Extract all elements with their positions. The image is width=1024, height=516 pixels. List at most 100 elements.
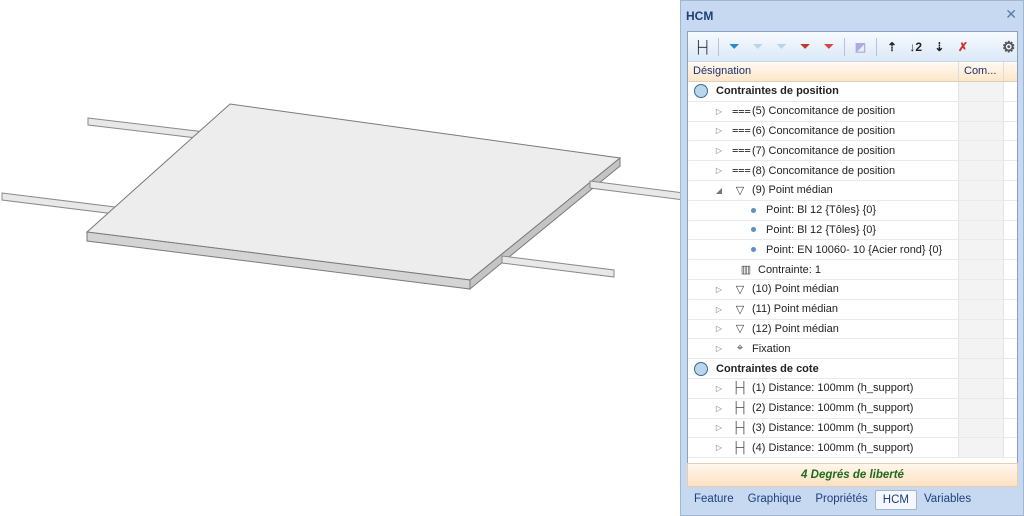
expand-list-icon[interactable]: ⇡: [884, 38, 901, 56]
tab-feature[interactable]: Feature: [687, 490, 741, 510]
filter-record-icon[interactable]: ⏷: [821, 38, 838, 56]
row-comment[interactable]: [959, 378, 1004, 398]
sort-clear-icon[interactable]: ✗: [955, 38, 972, 56]
tree-row[interactable]: ▷ ⩶ (8) Concomitance de position: [688, 161, 1017, 181]
row-comment[interactable]: [959, 359, 1004, 378]
row-comment[interactable]: [959, 398, 1004, 418]
midpoint-icon: ▽: [735, 303, 745, 316]
row-label: Contraintes de cote: [716, 362, 819, 375]
row-comment[interactable]: [959, 141, 1004, 161]
row-comment[interactable]: [959, 279, 1004, 299]
sort-numbered-icon[interactable]: ↓2: [907, 38, 924, 56]
collapsed-arrow-icon[interactable]: ▷: [714, 404, 724, 413]
point-icon: [751, 247, 756, 253]
row-comment[interactable]: [959, 101, 1004, 121]
row-designation: ▷ ├┤ (3) Distance: 100mm (h_support): [688, 418, 959, 438]
row-designation: ▷ ⩶ (7) Concomitance de position: [688, 141, 959, 161]
tree-row[interactable]: ▷ ⌖ Fixation: [688, 339, 1017, 360]
tree-row[interactable]: ▷ ├┤ (3) Distance: 100mm (h_support): [688, 418, 1017, 439]
row-label: (7) Concomitance de position: [752, 144, 896, 157]
row-comment[interactable]: [959, 418, 1004, 438]
tree-row[interactable]: ▥ Contrainte: 1: [688, 260, 1017, 280]
row-designation: ▷ ├┤ (2) Distance: 100mm (h_support): [688, 398, 959, 418]
tree-row[interactable]: Point: Bl 12 {Tôles} {0}: [688, 220, 1017, 241]
row-comment[interactable]: [959, 161, 1004, 180]
3d-viewport[interactable]: [0, 0, 680, 516]
collapsed-arrow-icon[interactable]: ▷: [714, 126, 724, 135]
tree-row[interactable]: ▷ ⩶ (7) Concomitance de position: [688, 141, 1017, 162]
tab-propriétés[interactable]: Propriétés: [808, 490, 874, 510]
tree-row[interactable]: ▷ ⩶ (6) Concomitance de position: [688, 121, 1017, 142]
row-comment[interactable]: [959, 240, 1004, 260]
row-label: Point: EN 10060- 10 {Acier rond} {0}: [766, 243, 943, 256]
row-label: (12) Point médian: [752, 322, 839, 335]
collapsed-arrow-icon[interactable]: ▷: [714, 423, 724, 432]
close-icon[interactable]: ✕: [1005, 6, 1017, 23]
row-designation: ▷ ├┤ (4) Distance: 100mm (h_support): [688, 438, 959, 458]
tab-hcm[interactable]: HCM: [874, 490, 917, 510]
tree-row[interactable]: ▷ ⩶ (5) Concomitance de position: [688, 101, 1017, 122]
tree-row[interactable]: ▷ ▽ (11) Point médian: [688, 299, 1017, 320]
fixation-icon: ⌖: [736, 342, 744, 355]
tree-row[interactable]: ▷ ├┤ (4) Distance: 100mm (h_support): [688, 438, 1017, 459]
tree-row[interactable]: Contraintes de position: [688, 82, 1017, 102]
row-comment[interactable]: [959, 180, 1004, 200]
row-label: (8) Concomitance de position: [752, 164, 896, 177]
collapsed-arrow-icon[interactable]: ▷: [714, 166, 724, 175]
gear-icon[interactable]: ⚙: [1000, 38, 1017, 56]
tab-variables[interactable]: Variables: [917, 490, 978, 510]
tree-row[interactable]: ▷ ▽ (12) Point médian: [688, 319, 1017, 340]
midpoint-icon: ▽: [735, 323, 745, 336]
tree-row[interactable]: ▷ ├┤ (1) Distance: 100mm (h_support): [688, 378, 1017, 399]
row-label: (3) Distance: 100mm (h_support): [752, 421, 914, 434]
collapsed-arrow-icon[interactable]: ▷: [714, 324, 724, 333]
collapsed-arrow-icon[interactable]: ▷: [714, 344, 724, 353]
row-designation: ▷ ▽ (11) Point médian: [688, 299, 959, 319]
collapsed-arrow-icon[interactable]: ▷: [714, 384, 724, 393]
row-comment[interactable]: [959, 260, 1004, 279]
point-icon: [751, 207, 756, 213]
row-comment[interactable]: [959, 121, 1004, 141]
tree-row[interactable]: Point: Bl 12 {Tôles} {0}: [688, 200, 1017, 221]
row-comment[interactable]: [959, 299, 1004, 319]
dimension-icon[interactable]: ├┤: [694, 38, 711, 56]
tree-row[interactable]: ▷ ▽ (10) Point médian: [688, 279, 1017, 300]
row-comment[interactable]: [959, 220, 1004, 240]
row-comment[interactable]: [959, 438, 1004, 458]
row-comment[interactable]: [959, 339, 1004, 359]
export-icon[interactable]: ◩: [852, 38, 869, 56]
group-icon[interactable]: [694, 84, 708, 99]
filter-icon[interactable]: ⏷: [726, 38, 743, 56]
filter-square-icon[interactable]: ⏷: [773, 38, 790, 56]
row-comment[interactable]: [959, 200, 1004, 220]
tree-row[interactable]: ◢ ▽ (9) Point médian: [688, 180, 1017, 201]
separator: [718, 37, 719, 56]
distance-icon: ├┤: [732, 421, 748, 434]
expanded-arrow-icon[interactable]: ◢: [714, 186, 724, 195]
collapsed-arrow-icon[interactable]: ▷: [714, 146, 724, 155]
column-designation[interactable]: Désignation: [688, 62, 959, 81]
collapsed-arrow-icon[interactable]: ▷: [714, 443, 724, 452]
row-designation: ▷ ⩶ (6) Concomitance de position: [688, 121, 959, 141]
panel-tabs: Feature Graphique Propriétés HCM Variables: [687, 490, 978, 510]
collapse-list-icon[interactable]: ⇣: [931, 38, 948, 56]
column-comment[interactable]: Com...: [959, 62, 1004, 81]
tree-row[interactable]: ▷ ├┤ (2) Distance: 100mm (h_support): [688, 398, 1017, 419]
row-designation: Contraintes de cote: [688, 359, 959, 378]
filter-play-icon[interactable]: ⏷: [750, 38, 767, 56]
row-designation: ▷ ⩶ (8) Concomitance de position: [688, 161, 959, 180]
row-label: Contrainte: 1: [758, 263, 821, 276]
tree-row[interactable]: Point: EN 10060- 10 {Acier rond} {0}: [688, 240, 1017, 261]
group-icon[interactable]: [694, 361, 708, 376]
filter-warning-icon[interactable]: ⏷: [797, 38, 814, 56]
collapsed-arrow-icon[interactable]: ▷: [714, 305, 724, 314]
concomitance-icon: ⩶: [732, 144, 751, 157]
collapsed-arrow-icon[interactable]: ▷: [714, 285, 724, 294]
collapsed-arrow-icon[interactable]: ▷: [714, 107, 724, 116]
tab-graphique[interactable]: Graphique: [741, 490, 809, 510]
row-comment[interactable]: [959, 319, 1004, 339]
tree-row[interactable]: Contraintes de cote: [688, 359, 1017, 379]
row-comment[interactable]: [959, 82, 1004, 101]
point-icon: [751, 227, 756, 233]
distance-icon: ├┤: [732, 402, 748, 415]
